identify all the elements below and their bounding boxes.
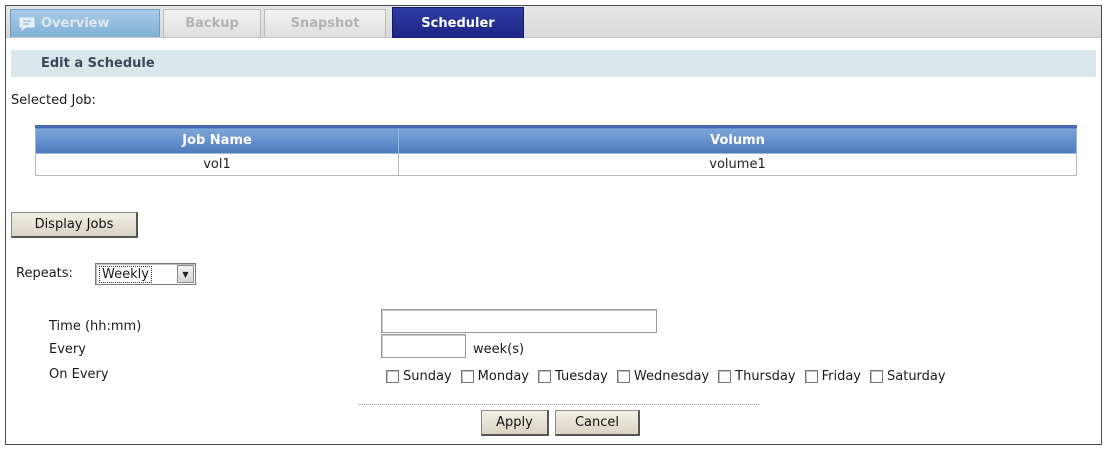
monday-label: Monday <box>477 369 529 384</box>
section-title: Edit a Schedule <box>11 50 1096 77</box>
day-thursday[interactable]: Thursday <box>718 369 796 384</box>
day-monday[interactable]: Monday <box>460 369 529 384</box>
table-row[interactable]: vol1 volume1 <box>35 153 1077 176</box>
column-header-job-name: Job Name <box>35 125 399 154</box>
tab-backup[interactable]: Backup <box>163 9 261 37</box>
every-weeks-input[interactable] <box>381 334 466 358</box>
tab-snapshot-label: Snapshot <box>290 16 360 31</box>
sunday-checkbox[interactable] <box>386 370 399 383</box>
tab-overview[interactable]: Overview <box>10 9 160 37</box>
job-name-cell: vol1 <box>35 153 399 176</box>
column-header-volumn: Volumn <box>398 125 1077 154</box>
day-checkbox-group: Sunday Monday Tuesday Wednesday Thursday… <box>386 369 955 384</box>
day-tuesday[interactable]: Tuesday <box>537 369 608 384</box>
repeats-selected-value: Weekly <box>99 265 152 283</box>
chat-bubble-icon <box>19 17 35 31</box>
volume-cell: volume1 <box>398 153 1077 176</box>
saturday-checkbox[interactable] <box>870 370 883 383</box>
day-friday[interactable]: Friday <box>804 369 861 384</box>
saturday-label: Saturday <box>887 369 946 384</box>
scheduler-panel: Overview Backup Snapshot Scheduler Edit … <box>5 5 1102 445</box>
tab-snapshot[interactable]: Snapshot <box>264 9 386 37</box>
chevron-down-icon[interactable]: ▼ <box>177 265 194 283</box>
selected-job-label: Selected Job: <box>11 93 96 108</box>
day-saturday[interactable]: Saturday <box>870 369 946 384</box>
day-wednesday[interactable]: Wednesday <box>616 369 710 384</box>
friday-checkbox[interactable] <box>804 370 818 383</box>
thursday-checkbox[interactable] <box>718 370 732 383</box>
thursday-label: Thursday <box>735 369 796 384</box>
day-sunday[interactable]: Sunday <box>386 369 452 384</box>
tab-backup-label: Backup <box>185 16 239 31</box>
tab-overview-label: Overview <box>41 16 110 31</box>
monday-checkbox[interactable] <box>460 370 474 383</box>
display-jobs-button[interactable]: Display Jobs <box>11 212 138 238</box>
tab-scheduler[interactable]: Scheduler <box>392 7 524 38</box>
repeats-select[interactable]: Weekly ▼ <box>95 263 196 285</box>
cancel-button[interactable]: Cancel <box>555 410 640 436</box>
divider <box>359 404 759 405</box>
wednesday-label: Wednesday <box>633 369 710 384</box>
job-table: Job Name Volumn vol1 volume1 <box>35 125 1077 176</box>
every-label: Every <box>49 342 86 357</box>
time-input[interactable] <box>381 309 657 333</box>
apply-button[interactable]: Apply <box>481 410 549 436</box>
sunday-label: Sunday <box>403 369 452 384</box>
tab-bar: Overview Backup Snapshot Scheduler <box>6 6 1101 38</box>
friday-label: Friday <box>821 369 861 384</box>
wednesday-checkbox[interactable] <box>616 370 630 383</box>
tuesday-label: Tuesday <box>554 369 608 384</box>
table-header-row: Job Name Volumn <box>35 125 1077 154</box>
tab-scheduler-label: Scheduler <box>421 15 495 31</box>
tuesday-checkbox[interactable] <box>537 370 551 383</box>
on-every-label: On Every <box>49 367 109 382</box>
every-unit-label: week(s) <box>473 342 525 357</box>
time-label: Time (hh:mm) <box>49 319 142 334</box>
repeats-label: Repeats: <box>16 266 73 281</box>
